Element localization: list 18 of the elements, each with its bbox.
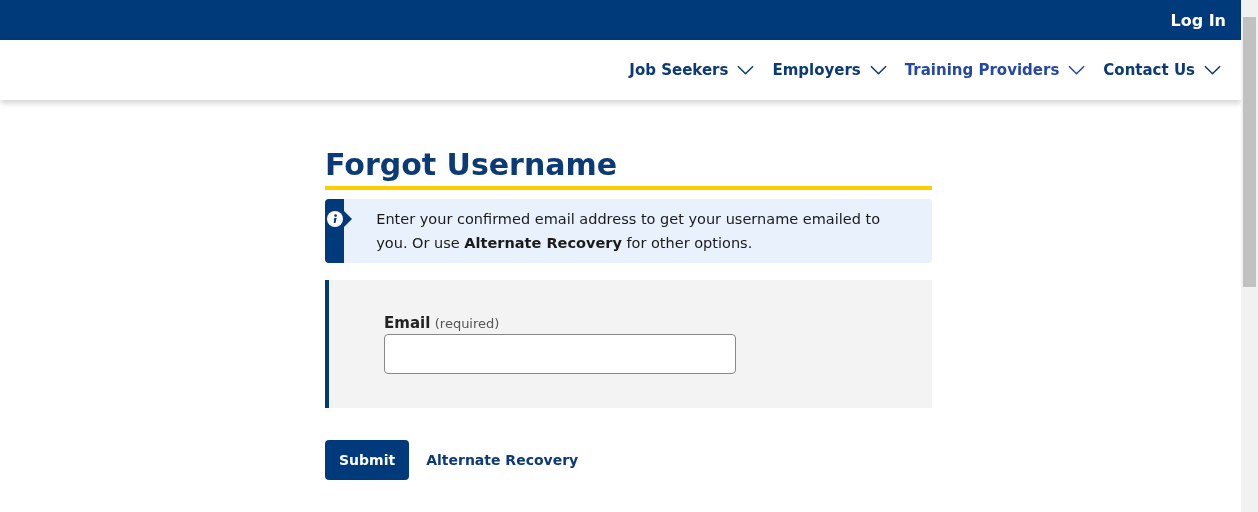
page-title: Forgot Username bbox=[325, 146, 932, 190]
nav-menu-item[interactable]: Employers bbox=[772, 61, 887, 79]
chevron-down-icon bbox=[1204, 65, 1221, 75]
required-hint: (required) bbox=[434, 316, 500, 331]
nav-menu-item[interactable]: Training Providers bbox=[904, 61, 1086, 79]
alternate-recovery-link[interactable]: Alternate Recovery bbox=[426, 452, 579, 468]
chevron-down-icon bbox=[1068, 65, 1086, 75]
scrollbar-thumb[interactable] bbox=[1243, 17, 1256, 287]
submit-button[interactable]: Submit bbox=[325, 440, 410, 480]
chevron-down-icon bbox=[737, 65, 755, 75]
notice-text: Enter your confirmed email address to get your username emailed to you. Or use Alternate Recovery for other options. bbox=[376, 210, 882, 253]
nav-menu-item[interactable]: Contact Us bbox=[1103, 61, 1221, 79]
nav-menu-item[interactable]: Job Seekers bbox=[629, 61, 755, 79]
email-input[interactable] bbox=[384, 334, 736, 374]
log-in-link[interactable]: Log In bbox=[1170, 10, 1226, 30]
scrollbar[interactable] bbox=[1241, 0, 1258, 512]
email-label: Email bbox=[384, 314, 431, 332]
chevron-down-icon bbox=[869, 65, 887, 75]
